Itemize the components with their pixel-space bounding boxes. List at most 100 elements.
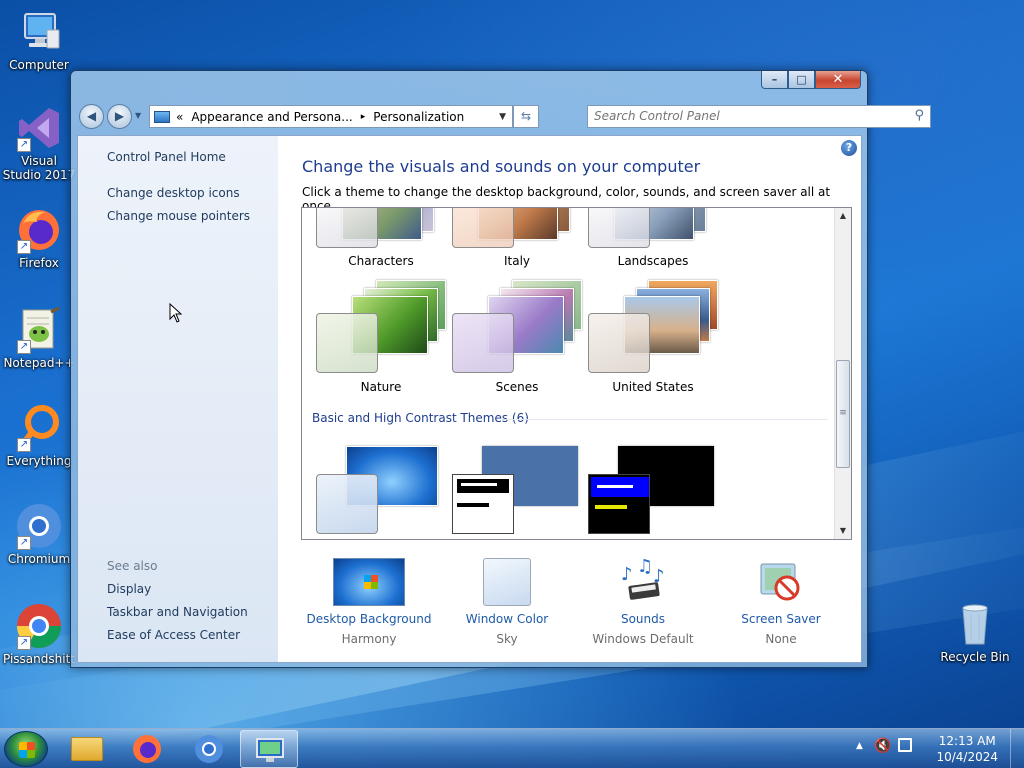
svg-text:♪: ♪	[653, 566, 665, 587]
everything-icon: ↗	[15, 404, 63, 452]
desktop-icon-everything[interactable]: ↗ Everything	[1, 404, 77, 468]
shortcut-arrow-icon: ↗	[17, 536, 31, 550]
taskbar-navigation-link[interactable]: Taskbar and Navigation	[107, 605, 248, 619]
desktop-background-label[interactable]: Desktop Background	[304, 612, 434, 626]
maximize-button[interactable]: □	[788, 71, 815, 89]
start-button[interactable]	[4, 731, 48, 767]
recycle-bin-icon	[951, 600, 999, 648]
desktop-icon-firefox[interactable]: ↗ Firefox	[1, 206, 77, 270]
forward-button[interactable]: ▶	[107, 104, 132, 129]
svg-text:♫: ♫	[637, 558, 653, 577]
mouse-cursor-icon	[169, 303, 183, 323]
screen-saver-setting[interactable]: Screen Saver None	[716, 558, 846, 646]
system-tray: ▲ 🔇 12:13 AM 10/4/2024	[854, 729, 1024, 768]
chromium-icon	[195, 735, 223, 763]
theme-name: United States	[612, 380, 694, 394]
close-button[interactable]: ✕	[815, 71, 861, 89]
breadcrumb-appearance[interactable]: Appearance and Persona...	[191, 110, 352, 124]
chromium-icon: ↗	[15, 502, 63, 550]
breadcrumb-separator-icon[interactable]: ▸	[361, 112, 366, 122]
change-desktop-icons-link[interactable]: Change desktop icons	[107, 186, 240, 200]
taskbar-personalization-button[interactable]	[240, 730, 298, 768]
search-box[interactable]: ⚲	[587, 105, 931, 128]
desktop-icon-chromium[interactable]: ↗ Chromium	[1, 502, 77, 566]
show-hidden-icons-button[interactable]: ▲	[856, 741, 863, 751]
caption-buttons: – □ ✕	[761, 71, 861, 89]
breadcrumb-personalization[interactable]: Personalization	[373, 110, 464, 124]
control-panel-icon	[154, 110, 170, 123]
desktop-icon-computer[interactable]: Computer	[1, 8, 77, 72]
desktop-icon-recycle-bin[interactable]: Recycle Bin	[937, 600, 1013, 664]
themes-scrollbar[interactable]: ▲ ≡ ▼	[834, 208, 851, 539]
desktop-icon-label: Recycle Bin	[940, 650, 1010, 664]
desktop-icon-label: Pissandshitt	[3, 652, 75, 666]
search-icon[interactable]: ⚲	[914, 108, 924, 123]
theme-name: Italy	[503, 254, 531, 268]
desktop-icon-visual-studio[interactable]: ↗ Visual Studio 2017	[1, 104, 77, 182]
desktop-icon-label: Computer	[9, 58, 69, 72]
change-mouse-pointers-link[interactable]: Change mouse pointers	[107, 209, 250, 223]
back-button[interactable]: ◀	[79, 104, 104, 129]
see-also-label: See also	[107, 559, 158, 573]
theme-nature[interactable]: Nature	[316, 280, 446, 430]
address-bar[interactable]: « Appearance and Persona... ▸ Personaliz…	[149, 105, 513, 128]
theme-united-states[interactable]: United States	[588, 280, 718, 430]
taskbar-firefox-button[interactable]	[118, 730, 176, 768]
desktop-icon-label: Chromium	[7, 552, 71, 566]
window-color-setting[interactable]: Window Color Sky	[442, 558, 572, 646]
clock-time: 12:13 AM	[938, 734, 996, 748]
address-overflow-chevron[interactable]: «	[176, 110, 183, 124]
refresh-button[interactable]: ⇆	[513, 105, 539, 128]
basic-high-contrast-header: Basic and High Contrast Themes (6)	[312, 411, 529, 425]
scroll-up-icon[interactable]: ▲	[835, 208, 851, 224]
show-desktop-button[interactable]	[1010, 729, 1024, 768]
shortcut-arrow-icon: ↗	[17, 240, 31, 254]
window-color-value: Sky	[496, 632, 518, 646]
taskbar-chromium-button[interactable]	[180, 730, 238, 768]
control-panel-home-link[interactable]: Control Panel Home	[107, 150, 226, 164]
shortcut-arrow-icon: ↗	[17, 438, 31, 452]
folder-icon	[71, 737, 103, 761]
desktop-icon-notepadpp[interactable]: ↗ Notepad++	[1, 306, 77, 370]
desktop-icon-pissandshitt[interactable]: ↗ Pissandshitt	[1, 602, 77, 666]
themes-list: Characters Italy Landscapes Nature Scene…	[301, 207, 852, 540]
taskbar-explorer-button[interactable]	[58, 730, 116, 768]
address-dropdown-icon[interactable]: ▼	[499, 112, 506, 122]
window-color-label[interactable]: Window Color	[442, 612, 572, 626]
windows-logo-icon	[19, 742, 35, 758]
theme-windows-basic[interactable]	[452, 446, 582, 539]
minimize-button[interactable]: –	[761, 71, 788, 89]
theme-windows-7[interactable]	[316, 446, 446, 539]
theme-scenes[interactable]: Scenes	[452, 280, 582, 430]
theme-name: Landscapes	[617, 254, 689, 268]
sounds-setting[interactable]: ♪ ♫ ♪ Sounds Windows Default	[578, 558, 708, 646]
network-icon[interactable]	[898, 738, 912, 752]
firefox-icon: ↗	[15, 206, 63, 254]
personalization-window: – □ ✕ ◀ ▶ ▼ « Appearance and Persona... …	[70, 70, 931, 668]
desktop-icon-label: Everything	[6, 454, 72, 468]
window-color-icon	[483, 558, 531, 606]
chrome-icon: ↗	[15, 602, 63, 650]
desktop-background-value: Harmony	[341, 632, 397, 646]
sounds-label[interactable]: Sounds	[578, 612, 708, 626]
theme-high-contrast[interactable]	[588, 446, 718, 539]
desktop-background-setting[interactable]: Desktop Background Harmony	[304, 558, 434, 646]
group-divider	[502, 419, 828, 420]
display-link[interactable]: Display	[107, 582, 151, 596]
scroll-thumb[interactable]: ≡	[836, 360, 850, 468]
recent-pages-dropdown[interactable]: ▼	[135, 111, 141, 120]
taskbar: ▲ 🔇 12:13 AM 10/4/2024	[0, 728, 1024, 768]
firefox-icon	[133, 735, 161, 763]
help-icon[interactable]: ?	[841, 140, 857, 156]
screen-saver-value: None	[765, 632, 797, 646]
page-title: Change the visuals and sounds on your co…	[302, 157, 701, 176]
volume-muted-icon[interactable]: 🔇	[874, 738, 891, 754]
ease-of-access-link[interactable]: Ease of Access Center	[107, 628, 240, 642]
search-input[interactable]	[594, 106, 894, 126]
clock[interactable]: 12:13 AM 10/4/2024	[936, 733, 998, 765]
screen-saver-label[interactable]: Screen Saver	[716, 612, 846, 626]
desktop-background-icon	[333, 558, 405, 606]
scroll-down-icon[interactable]: ▼	[835, 523, 851, 539]
clock-date: 10/4/2024	[936, 750, 998, 764]
screen-saver-icon	[760, 563, 800, 601]
